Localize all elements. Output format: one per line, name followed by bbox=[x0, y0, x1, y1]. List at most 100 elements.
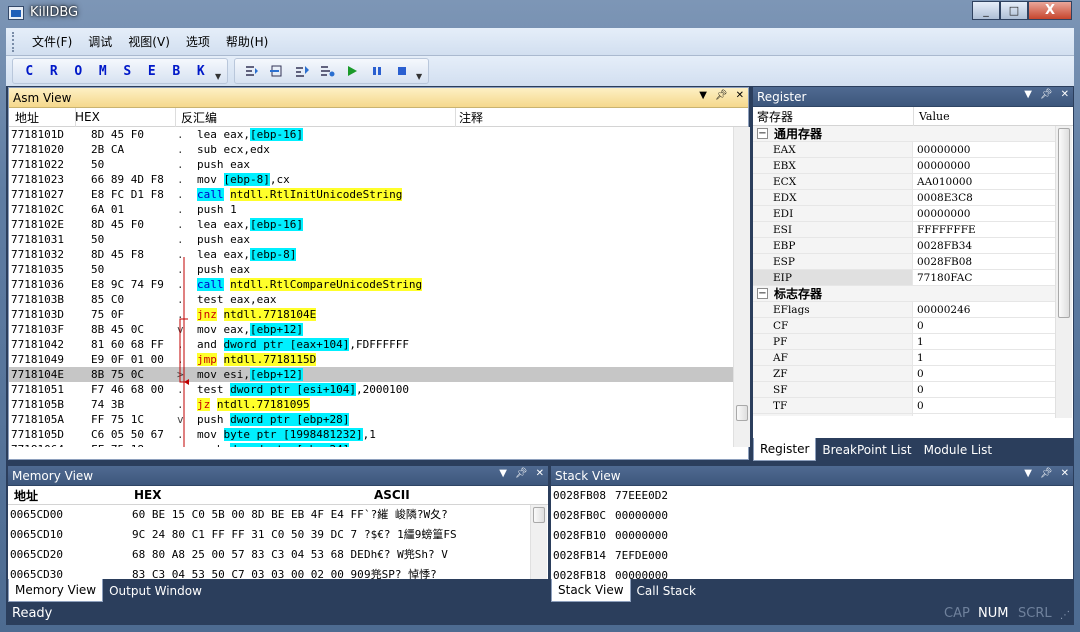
step-over-icon[interactable] bbox=[264, 61, 289, 81]
stack-row[interactable]: 0028FB14 7EFDE000 bbox=[551, 546, 1073, 566]
asm-row[interactable]: 77181042 81 60 68 FF. and dword ptr [eax+1… bbox=[9, 337, 733, 352]
memory-col-addr[interactable]: 地址 bbox=[14, 487, 38, 504]
toolbar-b-button[interactable]: B bbox=[164, 64, 189, 79]
close-button[interactable]: X bbox=[1028, 1, 1072, 20]
asm-close-icon[interactable]: ✕ bbox=[736, 90, 744, 101]
register-scroll-thumb[interactable] bbox=[1058, 128, 1070, 318]
asm-row[interactable]: 7718102E 8D 45 F0. lea eax,[ebp-16] bbox=[9, 217, 733, 232]
asm-row[interactable]: 7718101D 8D 45 F0. lea eax,[ebp-16] bbox=[9, 127, 733, 142]
register-row[interactable]: EBP 0028FB34 bbox=[753, 238, 1055, 254]
collapse-icon[interactable]: − bbox=[757, 128, 768, 139]
stack-close-icon[interactable]: ✕ bbox=[1061, 468, 1069, 479]
memory-pin-icon[interactable]: 📌︎ bbox=[515, 468, 528, 479]
asm-row[interactable]: 77181023 66 89 4D F8. mov [ebp-8],cx bbox=[9, 172, 733, 187]
stack-row[interactable]: 0028FB0C 00000000 bbox=[551, 506, 1073, 526]
register-row[interactable]: DF0 bbox=[753, 414, 1055, 416]
menu-options[interactable]: 选项 bbox=[178, 31, 218, 52]
toolbar-overflow-icon[interactable]: ▼ bbox=[215, 72, 223, 81]
asm-row[interactable]: 77181027 E8 FC D1 F8. call ntdll.RtlInitUn… bbox=[9, 187, 733, 202]
step-into-icon[interactable] bbox=[239, 61, 264, 81]
title-bar[interactable]: KillDBG _ □ X bbox=[0, 0, 1080, 28]
register-row[interactable]: EDX 0008E3C8 bbox=[753, 190, 1055, 206]
register-close-icon[interactable]: ✕ bbox=[1061, 89, 1069, 100]
asm-row[interactable]: 7718105D C6 05 50 67. mov byte ptr [199848… bbox=[9, 427, 733, 442]
tab-module-list[interactable]: Module List bbox=[918, 438, 998, 461]
register-row[interactable]: EDI 00000000 bbox=[753, 206, 1055, 222]
register-row[interactable]: CF 0 bbox=[753, 318, 1055, 334]
register-row[interactable]: AF 1 bbox=[753, 350, 1055, 366]
toolbar-c-button[interactable]: C bbox=[17, 64, 42, 79]
step-out-icon[interactable] bbox=[289, 61, 314, 81]
run-to-icon[interactable] bbox=[314, 61, 339, 81]
asm-row[interactable]: 7718102C 6A 01. push 1 bbox=[9, 202, 733, 217]
memory-dropdown-icon[interactable]: ▼ bbox=[499, 468, 507, 479]
register-pin-icon[interactable]: 📌︎ bbox=[1040, 89, 1053, 100]
asm-row[interactable]: 77181032 8D 45 F8. lea eax,[ebp-8] bbox=[9, 247, 733, 262]
minimize-button[interactable]: _ bbox=[972, 1, 1000, 20]
asm-row[interactable]: 77181020 2B CA. sub ecx,edx bbox=[9, 142, 733, 157]
tab-memory-view[interactable]: Memory View bbox=[8, 579, 104, 602]
asm-col-addr[interactable]: 地址 bbox=[15, 109, 39, 126]
asm-scroll-thumb[interactable] bbox=[736, 405, 748, 421]
stack-dropdown-icon[interactable]: ▼ bbox=[1024, 468, 1032, 479]
menu-file[interactable]: 文件(F) bbox=[24, 31, 80, 52]
asm-row[interactable]: 77181035 50. push eax bbox=[9, 262, 733, 277]
tab-breakpoint-list[interactable]: BreakPoint List bbox=[816, 438, 917, 461]
register-row[interactable]: EBX 00000000 bbox=[753, 158, 1055, 174]
toolbar-m-button[interactable]: M bbox=[91, 64, 116, 79]
toolbar-o-button[interactable]: O bbox=[66, 64, 91, 79]
asm-row[interactable]: 77181022 50. push eax bbox=[9, 157, 733, 172]
menu-debug[interactable]: 调试 bbox=[80, 31, 120, 52]
register-scrollbar[interactable] bbox=[1055, 126, 1072, 418]
register-category[interactable]: − 通用存器 bbox=[753, 126, 1055, 142]
asm-dropdown-icon[interactable]: ▼ bbox=[699, 90, 707, 101]
asm-row[interactable]: 7718105B 74 3B. jz ntdll.77181095 bbox=[9, 397, 733, 412]
menu-view[interactable]: 视图(V) bbox=[120, 31, 178, 52]
pause-icon[interactable] bbox=[364, 61, 389, 81]
stack-pin-icon[interactable]: 📌︎ bbox=[1040, 468, 1053, 479]
toolbar-e-button[interactable]: E bbox=[140, 64, 165, 79]
memory-col-hex[interactable]: HEX bbox=[134, 488, 162, 502]
asm-row[interactable]: 7718105A FF 75 1C v push dword ptr [ebp+28] bbox=[9, 412, 733, 427]
asm-row[interactable]: 7718104E 8B 75 0C > mov esi,[ebp+12] bbox=[9, 367, 733, 382]
memory-row[interactable]: 0065CD10 9C 24 80 C1 FF FF 31 C0 50 39 DC… bbox=[8, 525, 530, 545]
register-row[interactable]: EIP 77180FAC bbox=[753, 270, 1055, 286]
memory-row[interactable]: 0065CD20 68 80 A8 25 00 57 83 C3 04 53 68… bbox=[8, 545, 530, 565]
memory-close-icon[interactable]: ✕ bbox=[536, 468, 544, 479]
maximize-button[interactable]: □ bbox=[1000, 1, 1028, 20]
asm-row[interactable]: 77181031 50. push eax bbox=[9, 232, 733, 247]
register-row[interactable]: EAX 00000000 bbox=[753, 142, 1055, 158]
memory-scrollbar[interactable] bbox=[530, 505, 547, 580]
toolbar-k-button[interactable]: K bbox=[189, 64, 214, 79]
register-row[interactable]: PF 1 bbox=[753, 334, 1055, 350]
asm-row[interactable]: 7718103B 85 C0. test eax,eax bbox=[9, 292, 733, 307]
register-col-value[interactable]: Value bbox=[919, 110, 950, 123]
menu-help[interactable]: 帮助(H) bbox=[218, 31, 276, 52]
memory-scroll-thumb[interactable] bbox=[533, 507, 545, 523]
tab-call-stack[interactable]: Call Stack bbox=[631, 579, 702, 602]
asm-row[interactable]: 77181049 E9 0F 01 00. jmp ntdll.7718115D bbox=[9, 352, 733, 367]
register-row[interactable]: SF 0 bbox=[753, 382, 1055, 398]
register-row[interactable]: ECX AA010000 bbox=[753, 174, 1055, 190]
register-category[interactable]: − 标志存器 bbox=[753, 286, 1055, 302]
memory-col-ascii[interactable]: ASCII bbox=[374, 488, 410, 502]
run-icon[interactable] bbox=[339, 61, 364, 81]
asm-row[interactable]: 77181036 E8 9C 74 F9. call ntdll.RtlCompar… bbox=[9, 277, 733, 292]
resize-grip-icon[interactable]: ⋰ bbox=[1060, 610, 1070, 621]
collapse-icon[interactable]: − bbox=[757, 288, 768, 299]
asm-row[interactable]: 77181064 FF 75 18. push dword ptr [ebp+24] bbox=[9, 442, 733, 447]
stack-row[interactable]: 0028FB18 00000000 bbox=[551, 566, 1073, 580]
menu-grip-icon[interactable] bbox=[12, 31, 16, 52]
toolbar-r-button[interactable]: R bbox=[42, 64, 67, 79]
memory-row[interactable]: 0065CD00 60 BE 15 C0 5B 00 8D BE EB 4F E4… bbox=[8, 505, 530, 525]
tab-register[interactable]: Register bbox=[753, 438, 817, 461]
asm-row[interactable]: 77181051 F7 46 68 00. test dword ptr [esi+… bbox=[9, 382, 733, 397]
stop-icon[interactable] bbox=[389, 61, 414, 81]
register-row[interactable]: ESI FFFFFFFE bbox=[753, 222, 1055, 238]
toolbar-s-button[interactable]: S bbox=[115, 64, 140, 79]
memory-row[interactable]: 0065CD30 83 C3 04 53 50 C7 03 03 00 02 00… bbox=[8, 565, 530, 580]
stack-row[interactable]: 0028FB10 00000000 bbox=[551, 526, 1073, 546]
asm-scrollbar[interactable] bbox=[733, 127, 750, 447]
asm-row[interactable]: 7718103D 75 0F. jnz ntdll.7718104E bbox=[9, 307, 733, 322]
register-row[interactable]: EFlags 00000246 bbox=[753, 302, 1055, 318]
